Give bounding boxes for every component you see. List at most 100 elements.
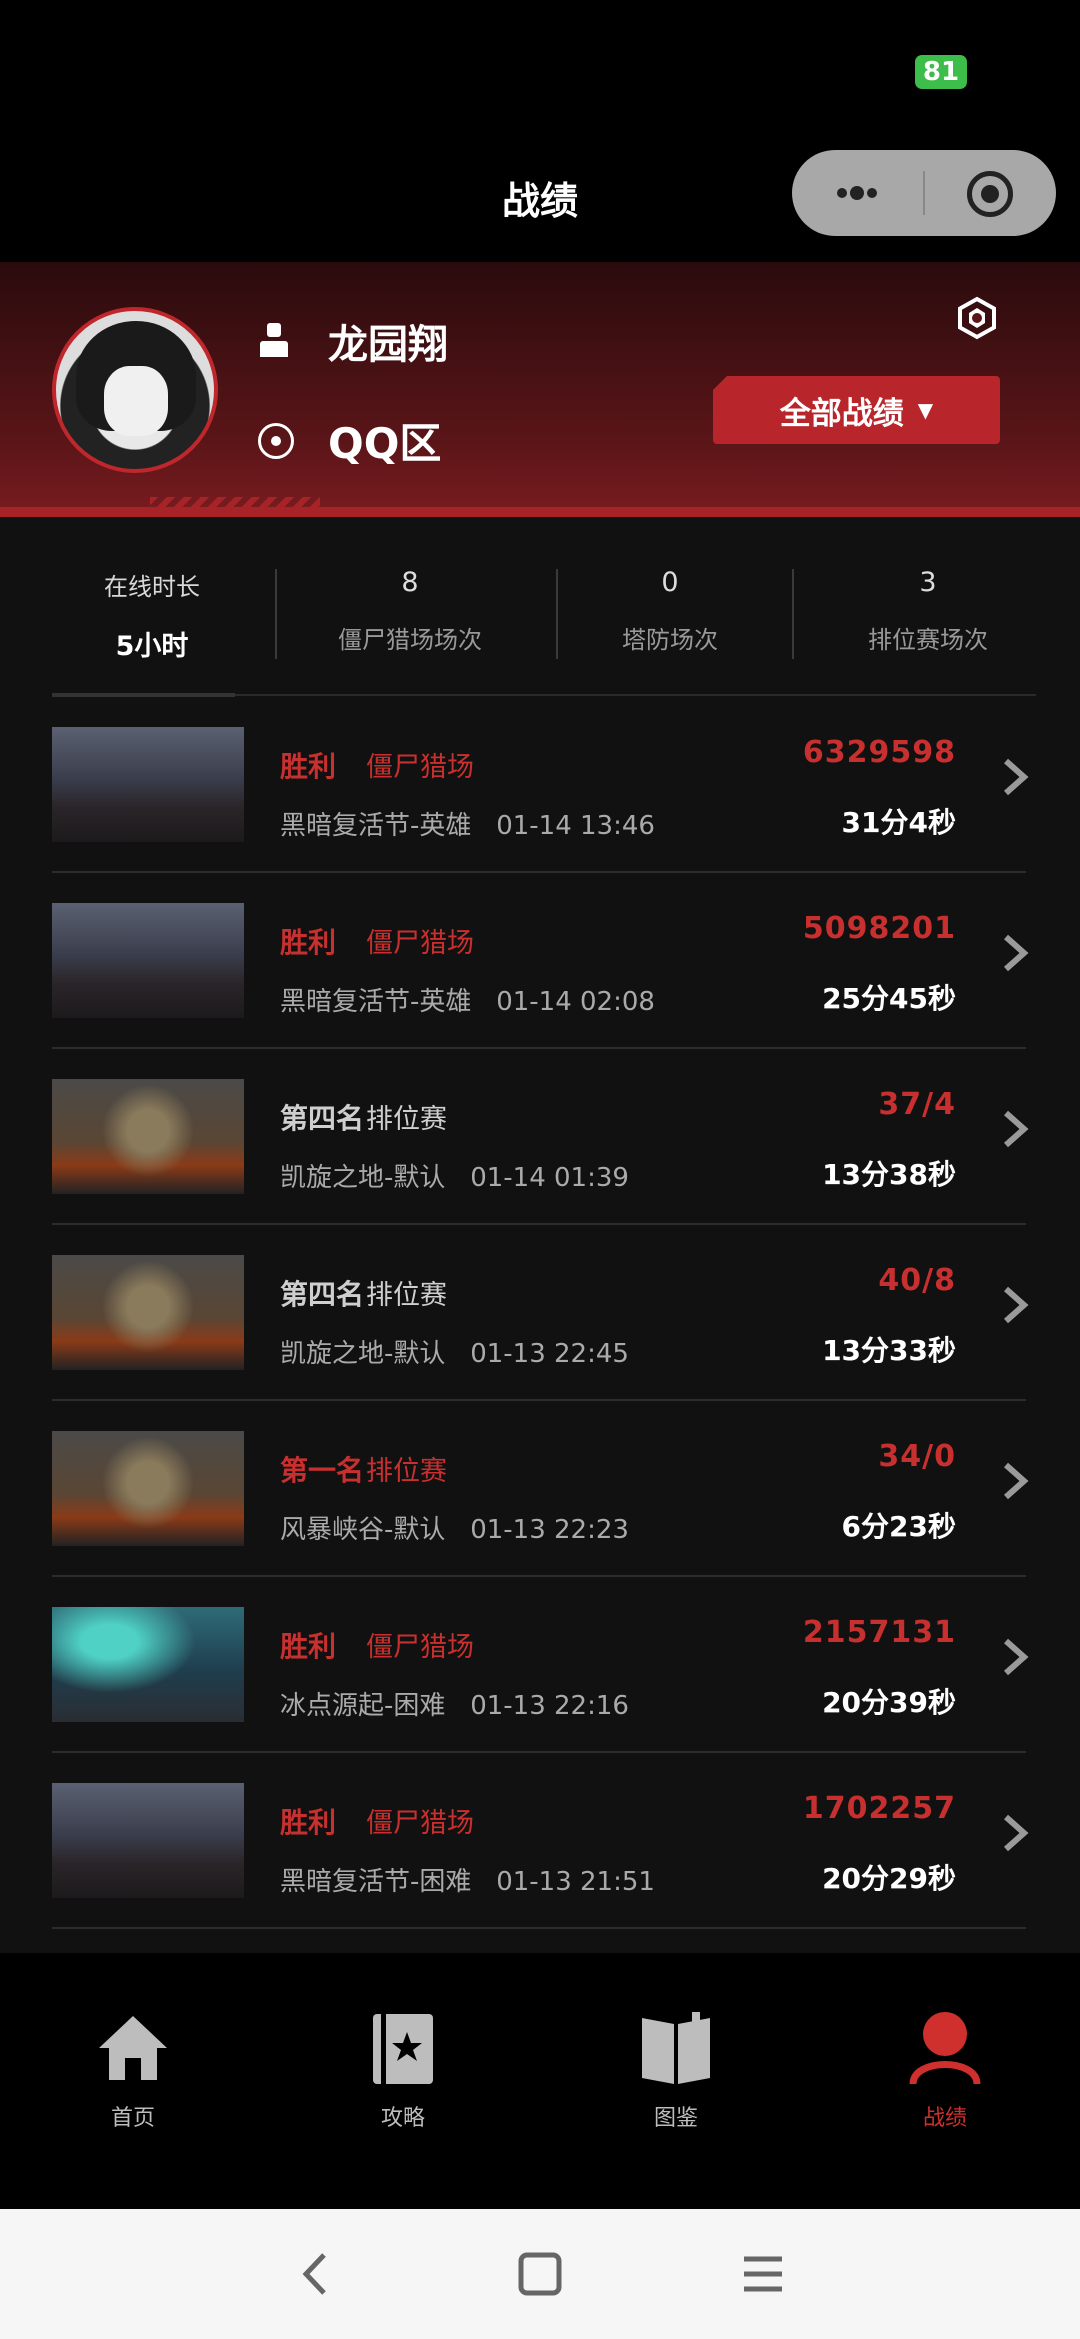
stat-online-time[interactable]: 在线时长 5小时 (62, 567, 242, 663)
status-bar: 81 (0, 0, 1080, 140)
match-time: 01-13 22:45 (470, 1339, 629, 1369)
match-mode: 排位赛 (366, 1456, 447, 1487)
stats-summary: 在线时长 5小时 8 僵尸猎场场次 0 塔防场次 3 排位赛场次 (0, 517, 1080, 697)
match-row[interactable]: 胜利 僵尸猎场 黑暗复活节-英雄 01-14 02:08 5098201 25分… (0, 873, 1080, 1049)
chevron-right-icon (1004, 1286, 1029, 1324)
stat-value: 8 (401, 567, 419, 598)
match-time: 01-13 22:16 (470, 1691, 629, 1721)
bottom-tab-bar: 首页 攻略 图鉴 战绩 (0, 1953, 1080, 2209)
decor-stripe (0, 507, 1080, 517)
map-thumbnail (52, 1607, 244, 1722)
mini-program-capsule (792, 150, 1056, 236)
open-book-icon (642, 2012, 710, 2084)
match-result: 第四名 (280, 1278, 365, 1311)
match-map-time: 冰点源起-困难 01-13 22:16 (280, 1685, 629, 1722)
map-name: 冰点源起-困难 (280, 1691, 446, 1721)
match-score: 34/0 (878, 1439, 956, 1474)
home-square-icon[interactable] (515, 2249, 565, 2299)
match-row[interactable]: 胜利 僵尸猎场 冰点源起-困难 01-13 22:16 2157131 20分3… (0, 1577, 1080, 1753)
map-name: 黑暗复活节-英雄 (280, 811, 472, 841)
tab-guide[interactable]: 攻略 (343, 2008, 463, 2132)
more-menu-button[interactable] (792, 150, 923, 236)
match-mode: 僵尸猎场 (366, 1632, 474, 1663)
battery-indicator: 81 (915, 55, 967, 89)
stat-ranked[interactable]: 3 排位赛场次 (838, 567, 1018, 655)
chevron-right-icon (1004, 1814, 1029, 1852)
match-row[interactable]: 胜利 僵尸猎场 黑暗复活节-困难 01-13 21:51 1702257 20分… (0, 1753, 1080, 1929)
map-name: 凯旋之地-默认 (280, 1163, 446, 1193)
system-nav-bar (0, 2209, 1080, 2339)
stat-label: 在线时长 (104, 573, 200, 601)
match-mode: 僵尸猎场 (366, 928, 474, 959)
map-thumbnail (52, 1079, 244, 1194)
match-time: 01-14 01:39 (470, 1163, 629, 1193)
match-time: 01-14 13:46 (496, 811, 655, 841)
tab-records[interactable]: 战绩 (885, 2008, 1005, 2132)
username-row: 龙园翔 (258, 312, 448, 370)
tab-codex[interactable]: 图鉴 (616, 2008, 736, 2132)
person-icon (258, 323, 290, 359)
tab-label: 战绩 (922, 2106, 967, 2131)
match-score: 6329598 (802, 735, 956, 770)
home-icon (99, 2016, 167, 2080)
match-result: 第一名 (280, 1454, 365, 1487)
more-dot-icon (867, 188, 877, 198)
match-duration: 20分29秒 (822, 1862, 956, 1895)
profile-icon (909, 2012, 981, 2085)
map-thumbnail (52, 1431, 244, 1546)
match-map-time: 黑暗复活节-英雄 01-14 02:08 (280, 981, 655, 1018)
title-bar: 战绩 (0, 140, 1080, 262)
stat-label: 排位赛场次 (868, 626, 988, 654)
match-row[interactable]: 第四名 排位赛 凯旋之地-默认 01-14 01:39 37/4 13分38秒 (0, 1049, 1080, 1225)
match-row[interactable]: 第四名 排位赛 凯旋之地-默认 01-13 22:45 40/8 13分33秒 (0, 1225, 1080, 1401)
match-time: 01-14 02:08 (496, 987, 655, 1017)
profile-header: 龙园翔 QQ区 全部战绩 ▼ (0, 262, 1080, 517)
match-score: 37/4 (878, 1087, 956, 1122)
map-thumbnail (52, 903, 244, 1018)
more-dot-icon (850, 186, 864, 200)
map-thumbnail (52, 1255, 244, 1370)
map-thumbnail (52, 727, 244, 842)
stat-label: 僵尸猎场场次 (338, 626, 482, 654)
match-row[interactable]: 第一名 排位赛 风暴峡谷-默认 01-13 22:23 34/0 6分23秒 (0, 1401, 1080, 1577)
filter-label: 全部战绩 (779, 395, 904, 432)
stat-tower-defense[interactable]: 0 塔防场次 (580, 567, 760, 655)
username: 龙园翔 (328, 322, 448, 368)
match-duration: 20分39秒 (822, 1686, 956, 1719)
match-map-time: 凯旋之地-默认 01-13 22:45 (280, 1333, 629, 1370)
match-map-time: 黑暗复活节-英雄 01-14 13:46 (280, 805, 655, 842)
dropdown-arrow-icon: ▼ (917, 398, 934, 422)
back-icon[interactable] (296, 2249, 336, 2299)
tab-label: 首页 (110, 2106, 155, 2131)
tab-home[interactable]: 首页 (73, 2008, 193, 2132)
match-duration: 31分4秒 (841, 806, 956, 839)
chevron-right-icon (1004, 1462, 1029, 1500)
guide-book-icon (373, 2014, 433, 2084)
chevron-right-icon (1004, 1110, 1029, 1148)
stat-value: 5小时 (115, 631, 189, 662)
map-name: 黑暗复活节-困难 (280, 1867, 472, 1897)
match-row[interactable]: 胜利 僵尸猎场 黑暗复活节-英雄 01-14 13:46 6329598 31分… (0, 697, 1080, 873)
match-score: 40/8 (878, 1263, 956, 1298)
settings-hex-icon[interactable] (955, 296, 999, 340)
match-time: 01-13 21:51 (496, 1867, 655, 1897)
stat-value: 0 (661, 567, 679, 598)
close-mini-program-button[interactable] (925, 150, 1056, 236)
match-result: 胜利 (280, 926, 337, 959)
match-duration: 13分33秒 (822, 1334, 956, 1367)
match-duration: 13分38秒 (822, 1158, 956, 1191)
match-mode: 排位赛 (366, 1104, 447, 1135)
match-map-time: 黑暗复活节-困难 01-13 21:51 (280, 1861, 655, 1898)
match-mode: 僵尸猎场 (366, 1808, 474, 1839)
match-map-time: 风暴峡谷-默认 01-13 22:23 (280, 1509, 629, 1546)
map-thumbnail (52, 1783, 244, 1898)
avatar[interactable] (52, 307, 218, 473)
filter-all-records-button[interactable]: 全部战绩 ▼ (713, 376, 1000, 444)
match-map-time: 凯旋之地-默认 01-14 01:39 (280, 1157, 629, 1194)
match-score: 5098201 (802, 911, 956, 946)
more-dot-icon (837, 188, 847, 198)
match-mode: 僵尸猎场 (366, 752, 474, 783)
stat-label: 塔防场次 (622, 626, 718, 654)
stat-zombie-hunt[interactable]: 8 僵尸猎场场次 (300, 567, 520, 655)
menu-icon[interactable] (738, 2249, 788, 2299)
